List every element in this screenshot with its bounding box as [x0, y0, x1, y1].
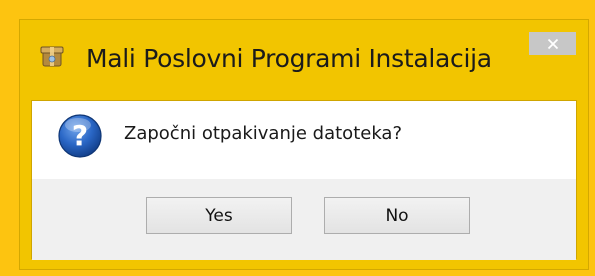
title-bar[interactable]: Mali Poslovni Programi Instalacija [20, 20, 588, 97]
svg-text:?: ? [72, 119, 88, 152]
installer-box-icon [39, 44, 65, 70]
dialog-message: Započni otpakivanje datoteka? [124, 123, 403, 144]
yes-button[interactable]: Yes [146, 197, 292, 234]
message-dialog: Mali Poslovni Programi Instalacija ? Zap… [19, 19, 589, 270]
button-bar: Yes No [32, 179, 576, 260]
close-button[interactable] [529, 32, 576, 55]
close-icon [547, 38, 559, 50]
window-title: Mali Poslovni Programi Instalacija [86, 44, 492, 73]
dialog-content: ? Započni otpakivanje datoteka? Yes No [31, 100, 577, 260]
question-icon: ? [57, 113, 103, 159]
no-button[interactable]: No [324, 197, 470, 234]
